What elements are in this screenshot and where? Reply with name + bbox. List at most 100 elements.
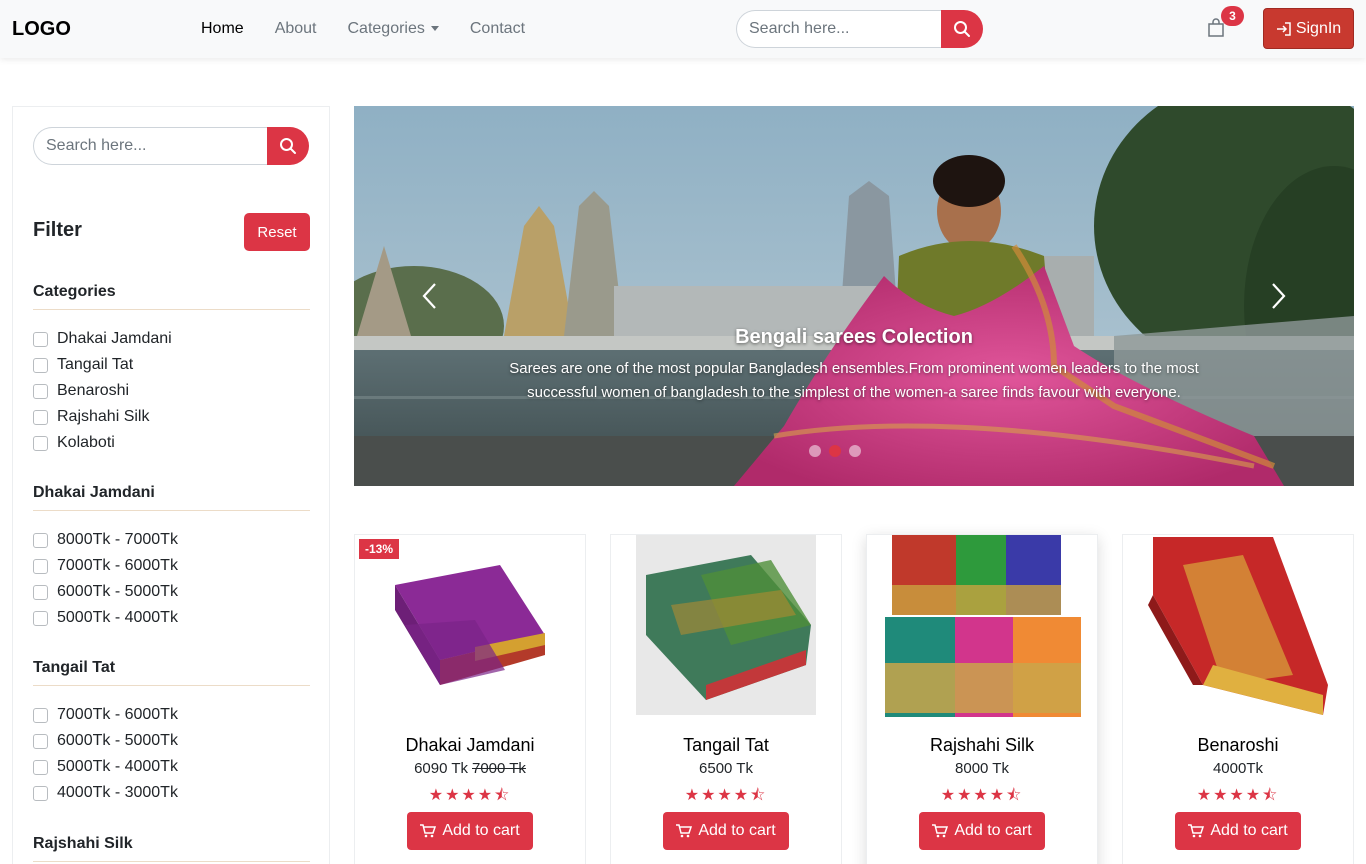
filter-option-label: 6000Tk - 5000Tk bbox=[57, 732, 178, 749]
navbar-search-button[interactable] bbox=[941, 10, 983, 48]
filter-option[interactable]: 6000Tk - 5000Tk bbox=[33, 728, 310, 754]
product-image[interactable] bbox=[355, 535, 585, 725]
add-to-cart-label: Add to cart bbox=[698, 822, 776, 839]
product-name[interactable]: Rajshahi Silk bbox=[867, 735, 1097, 756]
filter-title: Filter bbox=[33, 219, 82, 241]
section-title: Rajshahi Silk bbox=[33, 835, 310, 862]
filter-option[interactable]: 8000Tk - 7000Tk bbox=[33, 527, 310, 553]
filter-option-label: Dhakai Jamdani bbox=[57, 330, 172, 347]
product-name[interactable]: Dhakai Jamdani bbox=[355, 735, 585, 756]
product-card[interactable]: Rajshahi Silk 8000 Tk ★★★★⯪ Add to cart bbox=[866, 534, 1098, 864]
filter-option[interactable]: Benaroshi bbox=[33, 378, 310, 404]
carousel-prev-button[interactable] bbox=[414, 278, 444, 314]
current-price: 6090 Tk bbox=[414, 760, 468, 777]
nav-link-categories-label: Categories bbox=[347, 20, 425, 37]
checkbox[interactable] bbox=[33, 409, 48, 425]
checkbox[interactable] bbox=[33, 584, 48, 600]
chevron-left-icon bbox=[422, 283, 436, 309]
nav-links: Home About Categories Contact bbox=[190, 0, 545, 58]
checkbox[interactable] bbox=[33, 610, 48, 626]
current-price: 6500 Tk bbox=[699, 760, 753, 777]
nav-link-about-label: About bbox=[274, 20, 317, 37]
product-image[interactable] bbox=[867, 535, 1097, 725]
signin-icon bbox=[1276, 21, 1291, 36]
discount-badge: -13% bbox=[359, 539, 400, 559]
filter-option-label: 5000Tk - 4000Tk bbox=[57, 758, 178, 775]
current-price: 4000Tk bbox=[1212, 760, 1264, 777]
filter-option-label: 4000Tk - 3000Tk bbox=[57, 784, 178, 801]
filter-sidebar: Filter Reset Categories Dhakai Jamdani T… bbox=[12, 106, 330, 864]
filter-option[interactable]: 5000Tk - 4000Tk bbox=[33, 754, 310, 780]
filter-option[interactable]: Rajshahi Silk bbox=[33, 404, 310, 430]
signin-button[interactable]: SignIn bbox=[1263, 8, 1354, 49]
checkbox[interactable] bbox=[33, 357, 48, 373]
checkbox[interactable] bbox=[33, 785, 48, 801]
sidebar-search-input[interactable] bbox=[33, 127, 267, 165]
checkbox[interactable] bbox=[33, 558, 48, 574]
carousel-indicator-active[interactable] bbox=[829, 445, 841, 457]
carousel-indicator[interactable] bbox=[849, 445, 861, 457]
product-card[interactable]: Tangail Tat 6500 Tk ★★★★⯪ Add to cart bbox=[610, 534, 842, 864]
checkbox[interactable] bbox=[33, 383, 48, 399]
checkbox[interactable] bbox=[33, 733, 48, 749]
navbar-search bbox=[736, 10, 983, 48]
sidebar-search bbox=[33, 127, 309, 165]
product-price: 8000 Tk bbox=[867, 760, 1097, 777]
filter-section-dhakai-jamdani: Dhakai Jamdani 8000Tk - 7000Tk 7000Tk - … bbox=[33, 484, 310, 631]
product-name[interactable]: Tangail Tat bbox=[611, 735, 841, 756]
carousel-next-button[interactable] bbox=[1264, 278, 1294, 314]
product-card[interactable]: Benaroshi 4000Tk ★★★★⯪ Add to cart bbox=[1122, 534, 1354, 864]
saree-image-green bbox=[611, 535, 841, 725]
add-to-cart-button[interactable]: Add to cart bbox=[407, 812, 533, 850]
checkbox[interactable] bbox=[33, 707, 48, 723]
checkbox[interactable] bbox=[33, 759, 48, 775]
rating-stars: ★★★★⯪ bbox=[940, 787, 1024, 804]
add-to-cart-button[interactable]: Add to cart bbox=[919, 812, 1045, 850]
add-to-cart-button[interactable]: Add to cart bbox=[1175, 812, 1301, 850]
product-price: 6500 Tk bbox=[611, 760, 841, 777]
cart-icon bbox=[420, 824, 437, 838]
nav-link-contact[interactable]: Contact bbox=[459, 20, 536, 38]
carousel-indicator[interactable] bbox=[809, 445, 821, 457]
product-price: 6090 Tk 7000 Tk bbox=[355, 760, 585, 777]
checkbox[interactable] bbox=[33, 532, 48, 548]
sidebar-search-button[interactable] bbox=[267, 127, 309, 165]
filter-option[interactable]: Tangail Tat bbox=[33, 352, 310, 378]
rating-stars: ★★★★⯪ bbox=[684, 787, 768, 804]
product-image[interactable] bbox=[1123, 535, 1353, 725]
filter-option[interactable]: Kolaboti bbox=[33, 430, 310, 456]
nav-link-home[interactable]: Home bbox=[190, 20, 255, 38]
filter-section-tangail-tat: Tangail Tat 7000Tk - 6000Tk 6000Tk - 500… bbox=[33, 659, 310, 806]
filter-option[interactable]: 4000Tk - 3000Tk bbox=[33, 780, 310, 806]
checkbox[interactable] bbox=[33, 331, 48, 347]
filter-option[interactable]: Dhakai Jamdani bbox=[33, 326, 310, 352]
product-image[interactable] bbox=[611, 535, 841, 725]
filter-option-label: Kolaboti bbox=[57, 434, 115, 451]
filter-option-label: Tangail Tat bbox=[57, 356, 134, 373]
section-title: Tangail Tat bbox=[33, 659, 310, 686]
filter-option[interactable]: 6000Tk - 5000Tk bbox=[33, 579, 310, 605]
add-to-cart-button[interactable]: Add to cart bbox=[663, 812, 789, 850]
nav-link-contact-label: Contact bbox=[469, 20, 526, 37]
product-name[interactable]: Benaroshi bbox=[1123, 735, 1353, 756]
filter-option[interactable]: 7000Tk - 6000Tk bbox=[33, 702, 310, 728]
reset-button[interactable]: Reset bbox=[244, 213, 310, 251]
add-to-cart-label: Add to cart bbox=[954, 822, 1032, 839]
nav-link-about[interactable]: About bbox=[264, 20, 328, 38]
navbar-search-input[interactable] bbox=[736, 10, 941, 48]
old-price: 7000 Tk bbox=[472, 760, 526, 777]
carousel-title: Bengali sarees Colection bbox=[735, 326, 973, 348]
section-title: Dhakai Jamdani bbox=[33, 484, 310, 511]
cart-icon bbox=[676, 824, 693, 838]
filter-option-label: Benaroshi bbox=[57, 382, 130, 399]
product-card[interactable]: -13% Dhakai Jamdani 6090 Tk 7000 Tk ★★★★⯪… bbox=[354, 534, 586, 864]
filter-option[interactable]: 5000Tk - 4000Tk bbox=[33, 605, 310, 631]
cart-icon bbox=[932, 824, 949, 838]
logo[interactable]: LOGO bbox=[12, 18, 71, 41]
nav-dropdown-categories[interactable]: Categories bbox=[337, 20, 450, 38]
add-to-cart-label: Add to cart bbox=[442, 822, 520, 839]
checkbox[interactable] bbox=[33, 435, 48, 451]
caret-down-icon bbox=[430, 26, 439, 32]
navbar: LOGO Home About Categories Contact 3 Sig… bbox=[0, 0, 1366, 58]
filter-option[interactable]: 7000Tk - 6000Tk bbox=[33, 553, 310, 579]
